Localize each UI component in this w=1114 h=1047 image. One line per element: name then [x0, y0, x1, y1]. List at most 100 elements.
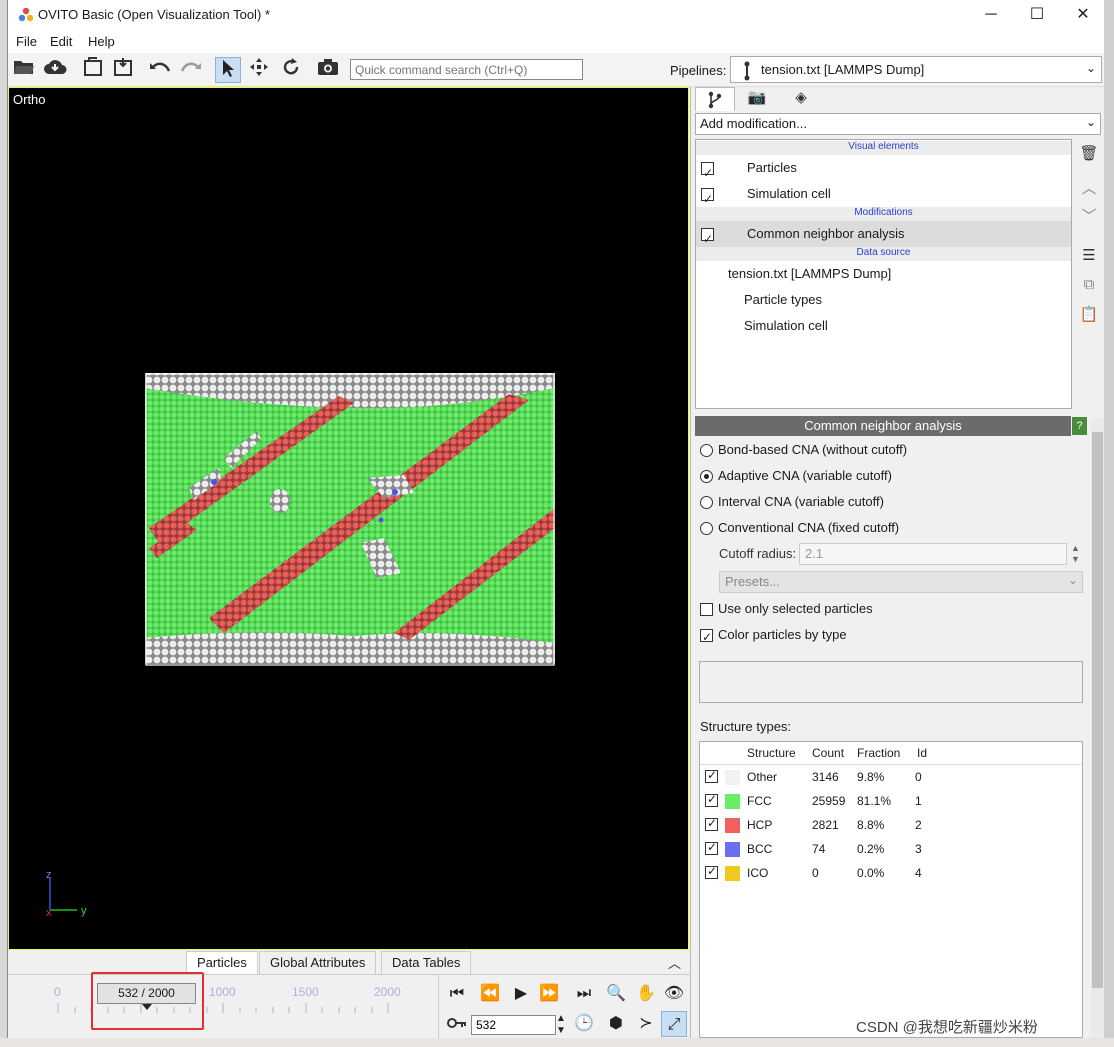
radio-icon[interactable] — [700, 496, 713, 510]
animation-settings-clock-icon[interactable]: 🕒 — [571, 1011, 597, 1037]
orbit-eye-icon[interactable]: 👁 — [661, 981, 687, 1007]
render-camera-icon[interactable] — [315, 57, 341, 83]
surface-bottom-region — [145, 632, 555, 664]
spinner-arrows-icon[interactable]: ▲ ▼ — [555, 1013, 567, 1039]
spinner-arrows-icon[interactable]: ▲ ▼ — [1071, 543, 1080, 565]
add-modification-dropdown[interactable]: Add modification... ⌄ — [695, 113, 1101, 135]
step-forward-icon[interactable]: ⏩ — [536, 981, 562, 1007]
cloud-download-icon[interactable] — [42, 57, 68, 83]
table-row[interactable]: ICO 0 0.0% 4 — [700, 862, 1082, 886]
presets-dropdown[interactable]: Presets... ⌄ — [719, 571, 1083, 593]
zoom-all-icon[interactable]: ⤢ — [661, 1011, 687, 1037]
radio-icon[interactable] — [700, 444, 713, 458]
table-row[interactable]: BCC 74 0.2% 3 — [700, 838, 1082, 862]
delete-trash-icon[interactable]: 🗑 — [1077, 142, 1101, 166]
selection-mode-icon[interactable] — [215, 57, 241, 83]
color-swatch[interactable] — [725, 842, 740, 857]
menu-help[interactable]: Help — [88, 34, 115, 49]
checkbox[interactable] — [701, 226, 714, 252]
save-file-icon[interactable] — [110, 57, 136, 83]
radio-icon[interactable] — [700, 522, 713, 536]
chevron-down-icon: ⌄ — [1086, 115, 1097, 129]
checkbox[interactable] — [701, 160, 714, 186]
rotate-mode-icon[interactable] — [278, 57, 304, 83]
copy-icon[interactable]: ⧉ — [1077, 273, 1101, 297]
panel-scrollbar[interactable] — [1091, 418, 1104, 1038]
pipeline-item-particles[interactable]: Particles — [696, 155, 1071, 186]
command-panel: 📷 ◈ Add modification... ⌄ Visual element… — [690, 87, 1104, 1038]
menu-edit[interactable]: Edit — [50, 34, 72, 49]
move-up-chevron-icon[interactable]: ︿ — [1077, 177, 1101, 201]
status-box — [699, 661, 1083, 703]
checkbox[interactable] — [705, 864, 718, 879]
scrollbar-thumb[interactable] — [1092, 432, 1103, 988]
checkbox[interactable] — [705, 816, 718, 831]
checkbox[interactable] — [705, 840, 718, 855]
redo-icon[interactable] — [178, 57, 204, 83]
frame-number-input[interactable] — [471, 1015, 556, 1035]
pipeline-item-simulation-cell[interactable]: Simulation cell — [696, 181, 1071, 212]
quick-command-search-input[interactable] — [350, 59, 583, 80]
pipeline-item-data-file[interactable]: tension.txt [LAMMPS Dump] — [696, 261, 1071, 287]
close-button[interactable]: ✕ — [1060, 0, 1106, 31]
color-swatch[interactable] — [725, 770, 740, 785]
item-label: Particle types — [744, 292, 823, 307]
maximize-button[interactable]: ☐ — [1014, 0, 1060, 31]
pipeline-item-cna[interactable]: Common neighbor analysis — [696, 221, 1071, 252]
color-swatch[interactable] — [725, 818, 740, 833]
open-folder-icon[interactable] — [11, 57, 37, 83]
structure-count: 0 — [812, 866, 819, 880]
structure-name: Other — [747, 770, 778, 784]
checkbox-use-only-selected[interactable]: Use only selected particles — [700, 599, 873, 619]
table-row[interactable]: FCC 25959 81.1% 1 — [700, 790, 1082, 814]
viewport-ortho[interactable]: Ortho z y x — [8, 87, 689, 950]
tab-global-attributes[interactable]: Global Attributes — [259, 951, 377, 974]
fov-icon[interactable]: ≻ — [633, 1011, 659, 1037]
checkbox-color-by-type[interactable]: Color particles by type — [700, 625, 847, 647]
checkbox[interactable] — [700, 603, 713, 617]
pipeline-tab-icon[interactable] — [695, 87, 735, 111]
checkbox[interactable] — [700, 627, 713, 647]
goto-start-icon[interactable]: ⏮ — [444, 981, 470, 1007]
color-swatch[interactable] — [725, 794, 740, 809]
checkbox[interactable] — [705, 768, 718, 783]
radio-interval-cna[interactable]: Interval CNA (variable cutoff) — [700, 492, 884, 512]
overlays-tab-layers-icon[interactable]: ◈ — [781, 87, 821, 111]
import-file-icon[interactable] — [80, 57, 106, 83]
move-down-chevron-icon[interactable]: ﹀ — [1077, 205, 1101, 229]
pipeline-item-particle-types[interactable]: Particle types — [696, 287, 1071, 313]
pipeline-item-source-cell[interactable]: Simulation cell — [696, 313, 1071, 339]
animation-timeline[interactable]: 0 1000 1500 2000 532 / 2000 — [8, 972, 438, 1038]
clipboard-icon[interactable]: 📋 — [1077, 303, 1101, 327]
structure-count: 25959 — [812, 794, 846, 808]
undo-icon[interactable] — [147, 57, 173, 83]
goto-end-icon[interactable]: ⏭ — [571, 981, 597, 1007]
render-tab-camera-icon[interactable]: 📷 — [737, 87, 777, 111]
play-icon[interactable]: ▶ — [508, 981, 534, 1007]
radio-conventional-cna[interactable]: Conventional CNA (fixed cutoff) — [700, 518, 899, 538]
table-row[interactable]: Other 3146 9.8% 0 — [700, 766, 1082, 790]
menu-lines-icon[interactable]: ☰ — [1077, 244, 1101, 268]
help-button[interactable]: ? — [1072, 417, 1087, 435]
table-row[interactable]: HCP 2821 8.8% 2 — [700, 814, 1082, 838]
tab-particles[interactable]: Particles — [186, 951, 258, 974]
move-mode-icon[interactable] — [246, 57, 272, 83]
checkbox[interactable] — [701, 186, 714, 212]
step-back-icon[interactable]: ⏪ — [477, 981, 503, 1007]
cutoff-radius-input[interactable]: 2.1 — [799, 543, 1067, 565]
color-swatch[interactable] — [725, 866, 740, 881]
animation-key-icon[interactable] — [444, 1012, 470, 1038]
checkbox[interactable] — [705, 792, 718, 807]
tab-data-tables[interactable]: Data Tables — [381, 951, 472, 974]
view-cube-icon[interactable]: ⬢ — [603, 1011, 629, 1037]
zoom-icon[interactable]: 🔍 — [603, 981, 629, 1007]
radio-icon[interactable] — [700, 470, 713, 484]
pan-hand-icon[interactable]: ✋ — [633, 981, 659, 1007]
chevron-up-icon[interactable]: ︿ — [668, 953, 681, 972]
minimize-button[interactable]: ─ — [968, 0, 1014, 31]
radio-adaptive-cna[interactable]: Adaptive CNA (variable cutoff) — [700, 466, 892, 486]
menu-file[interactable]: File — [16, 34, 37, 49]
structure-name: HCP — [747, 818, 773, 832]
radio-bond-based-cna[interactable]: Bond-based CNA (without cutoff) — [700, 440, 907, 460]
pipeline-select[interactable]: tension.txt [LAMMPS Dump] ⌄ — [730, 56, 1102, 83]
